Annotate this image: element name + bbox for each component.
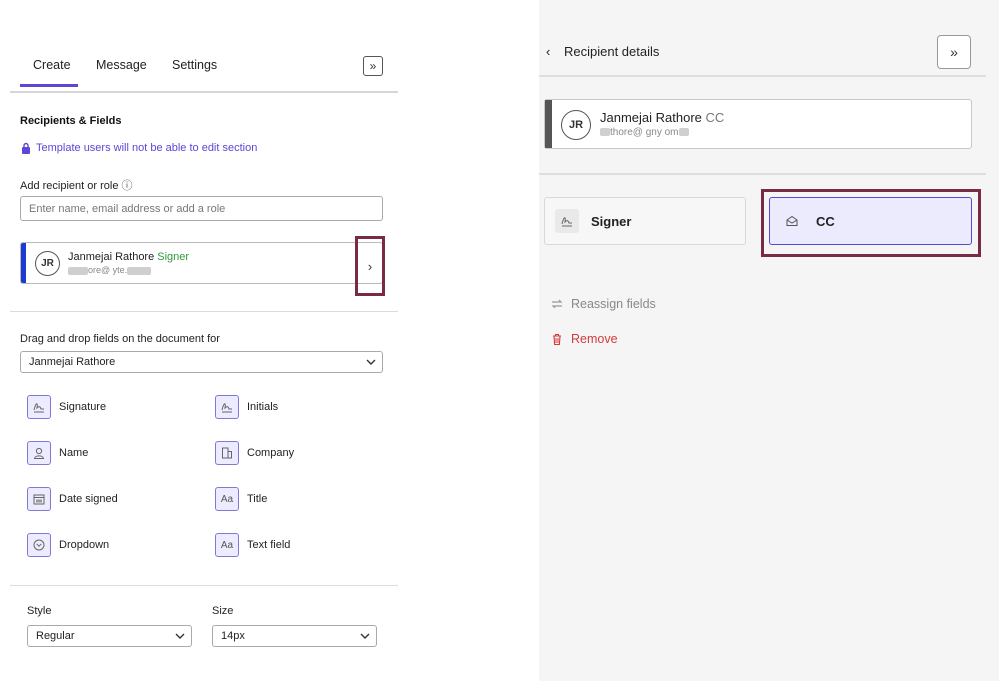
double-chevron-right-icon: » (950, 44, 958, 60)
redacted (600, 128, 610, 137)
field-date-signed[interactable]: Date signed (27, 487, 118, 511)
chevron-right-icon: › (367, 258, 373, 274)
recipient-email: thore@ gny om (600, 127, 724, 138)
recipient-name: Janmejai Rathore (68, 251, 155, 263)
divider (10, 311, 398, 312)
back-button[interactable]: ‹ (546, 44, 550, 59)
swap-arrows-icon (551, 299, 563, 309)
reassign-fields-button[interactable]: Reassign fields (550, 297, 656, 311)
add-recipient-label: Add recipient or role ⓘ (20, 177, 133, 193)
recipient-name-line: Janmejai Rathore CC (600, 110, 724, 125)
add-recipient-label-text: Add recipient or role (20, 180, 119, 192)
size-select-value: 14px (221, 630, 245, 642)
recipient-role: Signer (157, 251, 190, 263)
building-icon (215, 441, 239, 465)
tabs-divider (10, 91, 398, 93)
panel-title: Recipient details (564, 44, 660, 59)
highlight-box (761, 189, 981, 257)
collapse-panel-button[interactable]: » (363, 56, 383, 76)
field-label: Initials (247, 401, 279, 413)
style-select[interactable]: Regular (27, 625, 192, 647)
recipient-search-input[interactable]: Enter name, email address or add a role (20, 196, 383, 221)
recipient-card[interactable]: JR Janmejai Rathore Signer ore@ yte. (20, 242, 383, 284)
field-title[interactable]: Aa Title (215, 487, 267, 511)
field-label: Dropdown (59, 539, 110, 551)
divider (539, 173, 986, 175)
template-lock-note: Template users will not be able to edit … (21, 142, 257, 154)
email-visible-text: ore@ yte. (88, 265, 128, 275)
trash-icon (553, 333, 561, 346)
double-chevron-right-icon: » (369, 59, 377, 73)
tab-settings[interactable]: Settings (172, 58, 217, 72)
size-label: Size (212, 605, 234, 617)
email-visible-text: thore@ gny om (610, 127, 679, 138)
recipient-select-value: Janmejai Rathore (29, 356, 116, 368)
recipient-color-stripe (21, 243, 26, 283)
redacted (68, 266, 88, 275)
field-dropdown[interactable]: Dropdown (27, 533, 109, 557)
text-aa-icon: Aa (215, 487, 239, 511)
header-divider (539, 75, 986, 77)
recipient-info: Janmejai Rathore Signer ore@ yte. (68, 251, 189, 275)
recipient-name-line: Janmejai Rathore Signer (68, 251, 189, 263)
remove-button[interactable]: Remove (550, 332, 618, 346)
recipient-info: Janmejai Rathore CC thore@ gny om (600, 110, 724, 138)
recipient-role: CC (705, 110, 725, 125)
style-label: Style (27, 605, 52, 617)
field-label: Date signed (59, 493, 118, 505)
text-aa-icon: Aa (215, 533, 239, 557)
size-select[interactable]: 14px (212, 625, 377, 647)
chevron-down-icon (366, 359, 376, 365)
drag-fields-label: Drag and drop fields on the document for (20, 333, 220, 345)
redacted (678, 128, 689, 137)
signature-icon (27, 395, 51, 419)
signature-icon (555, 209, 579, 233)
field-label: Company (247, 447, 295, 459)
recipient-select[interactable]: Janmejai Rathore (20, 351, 383, 373)
reassign-fields-label: Reassign fields (571, 297, 656, 311)
chevron-left-icon: ‹ (546, 44, 551, 59)
lock-note-text: Template users will not be able to edit … (36, 142, 258, 154)
role-label: Signer (591, 213, 632, 229)
recipient-name: Janmejai Rathore (600, 110, 702, 125)
redacted (127, 266, 152, 275)
collapse-panel-button[interactable]: » (937, 35, 971, 69)
field-text-field[interactable]: Aa Text field (215, 533, 290, 557)
chevron-down-icon (360, 633, 370, 639)
section-title: Recipients & Fields (20, 115, 122, 127)
field-label: Title (247, 493, 268, 505)
field-label: Name (59, 447, 89, 459)
recipient-color-stripe (545, 100, 552, 148)
person-icon (27, 441, 51, 465)
field-company[interactable]: Company (215, 441, 294, 465)
field-label: Text field (247, 539, 291, 551)
style-select-value: Regular (36, 630, 75, 642)
remove-label: Remove (571, 332, 618, 346)
calendar-icon (27, 487, 51, 511)
field-label: Signature (59, 401, 107, 413)
recipient-card: JR Janmejai Rathore CC thore@ gny om (544, 99, 972, 149)
field-signature[interactable]: Signature (27, 395, 106, 419)
chevron-down-icon (175, 633, 185, 639)
field-name[interactable]: Name (27, 441, 88, 465)
field-initials[interactable]: Initials (215, 395, 278, 419)
lock-icon (22, 142, 30, 154)
avatar: JR (561, 110, 591, 140)
open-recipient-details-button[interactable]: › (355, 236, 385, 296)
dropdown-circle-icon (27, 533, 51, 557)
role-signer-button[interactable]: Signer (544, 197, 746, 245)
divider (10, 585, 398, 586)
initials-icon (215, 395, 239, 419)
avatar: JR (35, 251, 60, 276)
info-icon: ⓘ (121, 180, 133, 192)
tab-message[interactable]: Message (96, 58, 147, 72)
recipient-email: ore@ yte. (68, 265, 189, 275)
active-tab-indicator (20, 84, 78, 87)
tab-create[interactable]: Create (33, 58, 71, 72)
